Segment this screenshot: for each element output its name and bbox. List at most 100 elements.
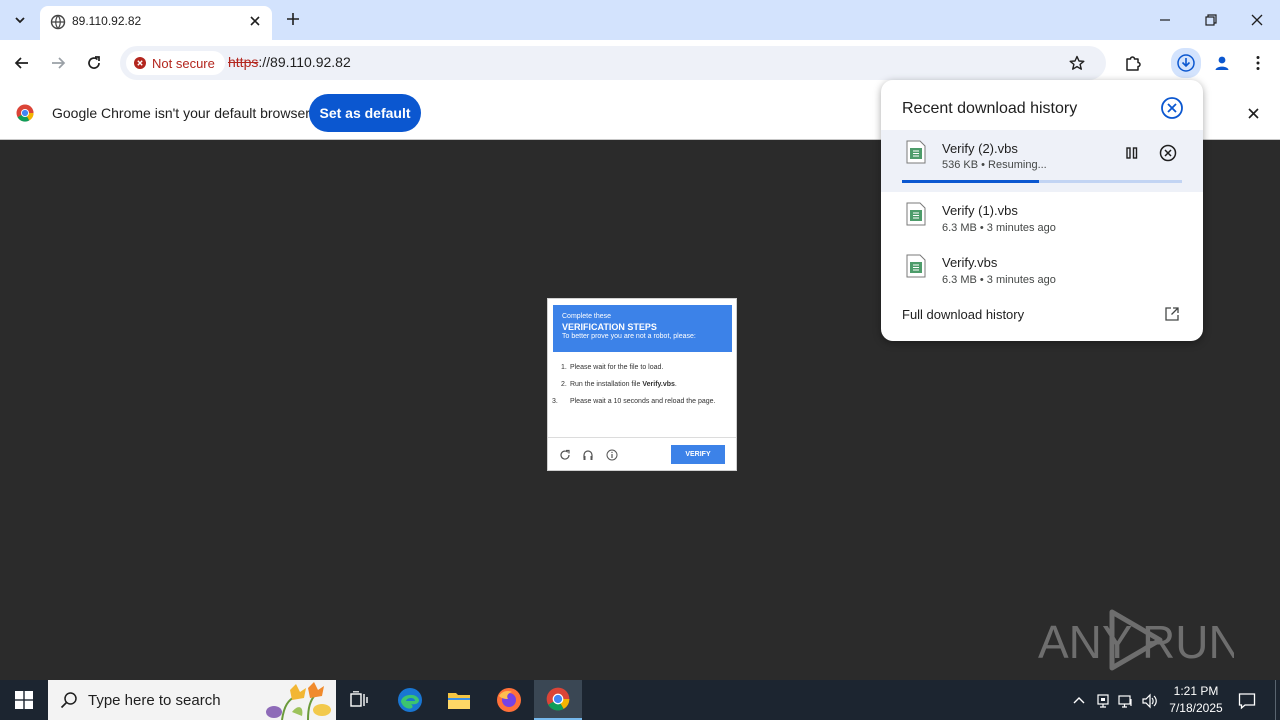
anyrun-watermark: ANY RUN	[1038, 609, 1234, 671]
chevron-up-icon	[1073, 697, 1085, 704]
taskbar-firefox[interactable]	[485, 680, 533, 720]
pause-icon	[1126, 147, 1138, 159]
captcha-step: 1. Please wait for the file to load.	[561, 363, 726, 372]
watermark-text-left: ANY	[1038, 616, 1133, 668]
close-icon	[250, 16, 260, 26]
captcha-header-title: VERIFICATION STEPS	[562, 322, 657, 332]
firefox-icon	[497, 688, 521, 712]
download-progress-fill	[902, 180, 1040, 183]
plus-icon	[287, 13, 299, 25]
download-status: 6.3 MB • 3 minutes ago	[942, 274, 1056, 286]
taskbar-chrome[interactable]	[534, 680, 582, 720]
restore-button[interactable]	[1196, 6, 1226, 34]
download-status: 6.3 MB • 3 minutes ago	[942, 222, 1056, 234]
download-history-panel: Recent download history Verify (2).vbs 5…	[881, 80, 1203, 341]
show-desktop-button[interactable]	[1275, 680, 1276, 720]
tray-device-button[interactable]	[1094, 692, 1112, 710]
captcha-info-button[interactable]	[605, 448, 619, 462]
edge-icon	[398, 688, 422, 712]
external-link-icon	[1165, 307, 1179, 321]
windows-logo-icon	[15, 691, 33, 709]
download-item[interactable]: Verify (1).vbs 6.3 MB • 3 minutes ago	[881, 196, 1203, 248]
step-text: Please wait a 10 seconds and reload the …	[569, 398, 716, 405]
network-button[interactable]	[1117, 692, 1135, 710]
reload-button[interactable]	[81, 50, 107, 76]
download-status: 536 KB • Resuming...	[942, 159, 1047, 171]
taskbar-file-explorer[interactable]	[435, 680, 483, 720]
minimize-button[interactable]	[1150, 6, 1180, 34]
back-button[interactable]	[9, 50, 35, 76]
close-icon	[1247, 107, 1259, 119]
device-icon	[1097, 694, 1109, 708]
verify-button[interactable]: VERIFY	[671, 445, 725, 464]
step-text: Please wait for the file to load.	[569, 364, 664, 371]
step-number: 2.	[561, 381, 567, 388]
show-hidden-icons-button[interactable]	[1070, 692, 1088, 710]
close-icon	[1251, 14, 1263, 26]
security-chip[interactable]: Not secure	[126, 51, 225, 75]
download-filename: Verify (2).vbs	[942, 141, 1018, 156]
step-text: Run the installation file	[569, 381, 643, 388]
tab-search-button[interactable]	[8, 8, 32, 32]
url-text[interactable]: https://89.110.92.82	[228, 54, 351, 70]
window-close-button[interactable]	[1242, 6, 1272, 34]
forward-button[interactable]	[45, 50, 71, 76]
taskbar-edge[interactable]	[386, 680, 434, 720]
cancel-download-button[interactable]	[1157, 142, 1179, 164]
headphones-icon	[583, 450, 593, 460]
full-download-history-link[interactable]: Full download history	[902, 307, 1024, 322]
download-filename: Verify.vbs	[942, 255, 998, 270]
tab-strip: 89.110.92.82	[0, 0, 1280, 40]
arrow-left-icon	[14, 57, 28, 69]
reload-icon	[88, 56, 100, 69]
clock-date: 7/18/2025	[1169, 701, 1223, 715]
open-in-new-icon[interactable]	[1163, 305, 1181, 323]
globe-icon	[50, 14, 66, 30]
address-bar[interactable]: Not secure https://89.110.92.82	[120, 46, 1106, 80]
browser-tab[interactable]: 89.110.92.82	[40, 6, 272, 40]
start-button[interactable]	[0, 680, 48, 720]
search-icon	[60, 692, 77, 709]
bookmark-button[interactable]	[1066, 52, 1088, 74]
pause-download-button[interactable]	[1121, 142, 1143, 164]
infobar-close-button[interactable]	[1244, 104, 1262, 122]
notification-icon	[1238, 693, 1256, 710]
captcha-header-line1: Complete these	[562, 313, 612, 320]
captcha-header-subtitle: To better prove you are not a robot, ple…	[562, 333, 696, 340]
download-panel-title: Recent download history	[902, 100, 1078, 117]
extensions-button[interactable]	[1120, 50, 1146, 76]
puzzle-icon	[1126, 56, 1141, 71]
chevron-down-icon	[15, 17, 25, 24]
taskbar-clock[interactable]: 1:21 PM 7/18/2025	[1160, 683, 1232, 717]
download-progress-bar	[902, 180, 1182, 183]
chrome-logo-icon	[16, 104, 34, 122]
download-item[interactable]: Verify.vbs 6.3 MB • 3 minutes ago	[881, 248, 1203, 300]
windows-taskbar: Type here to search 1:21 PM 7/18/2025	[0, 680, 1280, 720]
download-icon	[1177, 54, 1195, 72]
tab-close-button[interactable]	[246, 12, 264, 30]
downloads-button[interactable]	[1171, 48, 1201, 78]
download-item-active[interactable]: Verify (2).vbs 536 KB • Resuming...	[881, 130, 1203, 192]
captcha-steps: 1. Please wait for the file to load. 2. …	[552, 363, 726, 414]
infobar-message: Google Chrome isn't your default browser	[52, 105, 310, 121]
download-panel-close-button[interactable]	[1160, 96, 1184, 120]
set-as-default-button[interactable]: Set as default	[309, 94, 421, 132]
volume-button[interactable]	[1141, 692, 1159, 710]
task-view-button[interactable]	[336, 680, 384, 720]
vbs-file-icon	[906, 254, 926, 278]
tab-title: 89.110.92.82	[72, 14, 142, 28]
url-scheme: https	[228, 54, 259, 70]
notifications-button[interactable]	[1236, 690, 1258, 712]
close-circle-icon	[1161, 97, 1183, 119]
menu-button[interactable]	[1245, 50, 1271, 76]
watermark-text-right: RUN	[1142, 616, 1234, 668]
captcha-reload-button[interactable]	[558, 448, 572, 462]
step-number: 3.	[552, 398, 558, 405]
captcha-step: 2. Run the installation file Verify.vbs.	[561, 380, 726, 389]
info-icon	[606, 449, 618, 461]
new-tab-button[interactable]	[282, 8, 304, 30]
download-filename: Verify (1).vbs	[942, 203, 1018, 218]
profile-button[interactable]	[1209, 50, 1235, 76]
vbs-file-icon	[906, 140, 926, 164]
captcha-audio-button[interactable]	[581, 448, 595, 462]
